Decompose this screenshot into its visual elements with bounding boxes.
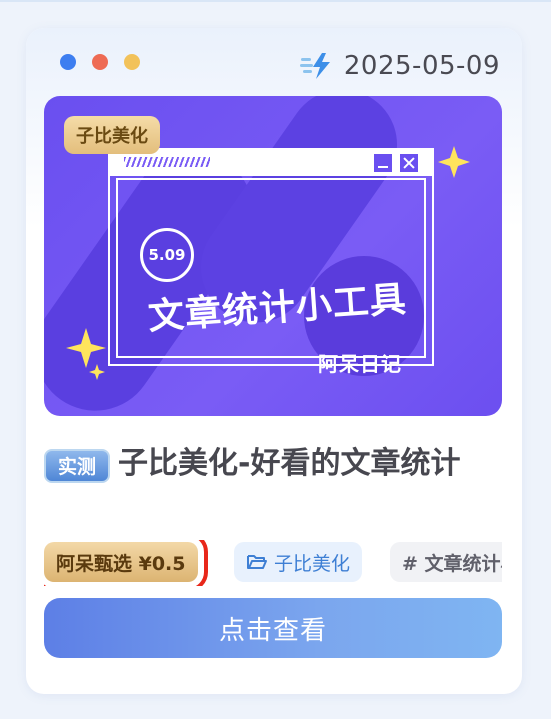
banner-title: 文章统计小工具 bbox=[146, 278, 409, 338]
window-dot-blue bbox=[60, 54, 76, 70]
post-title[interactable]: 实测 子比美化-好看的文章统计 bbox=[44, 440, 494, 492]
test-badge: 实测 bbox=[44, 448, 110, 483]
post-date: 2025-05-09 bbox=[299, 50, 500, 82]
view-button[interactable]: 点击查看 bbox=[44, 598, 502, 658]
close-icon bbox=[400, 154, 418, 172]
post-thumbnail[interactable]: 5.09 文章统计小工具 阿呆日记 子比美化 bbox=[44, 96, 502, 416]
titlebar-stripes bbox=[124, 157, 210, 167]
window-dot-red bbox=[92, 54, 108, 70]
circle-date-badge: 5.09 bbox=[140, 228, 194, 282]
window-titlebar bbox=[110, 150, 432, 176]
category-tag-overlay[interactable]: 子比美化 bbox=[64, 116, 160, 154]
category-chip[interactable]: 子比美化 bbox=[234, 542, 363, 582]
top-divider bbox=[0, 0, 551, 2]
banner-subtitle: 阿呆日记 bbox=[318, 352, 402, 376]
price-chip[interactable]: 阿呆甄选 ¥0.5 bbox=[44, 540, 208, 586]
folder-open-icon bbox=[247, 555, 267, 569]
post-card[interactable]: 2025-05-09 5.09 文章统计小工具 阿呆日记 子比美化 实测 子比美… bbox=[26, 28, 522, 694]
post-title-text: 子比美化-好看的文章统计 bbox=[118, 446, 461, 481]
tag-chip[interactable]: # 文章统计小 bbox=[390, 542, 502, 582]
window-inner-frame: 5.09 文章统计小工具 阿呆日记 bbox=[116, 178, 426, 376]
lightning-icon bbox=[299, 53, 330, 79]
date-text: 2025-05-09 bbox=[343, 51, 500, 81]
category-chip-label: 子比美化 bbox=[274, 552, 351, 575]
post-meta-chips: 阿呆甄选 ¥0.5 子比美化 # 文章统计小 bbox=[44, 540, 502, 586]
minimize-icon bbox=[374, 154, 392, 172]
window-illustration: 5.09 文章统计小工具 阿呆日记 bbox=[108, 148, 434, 376]
window-dot-yellow bbox=[124, 54, 140, 70]
